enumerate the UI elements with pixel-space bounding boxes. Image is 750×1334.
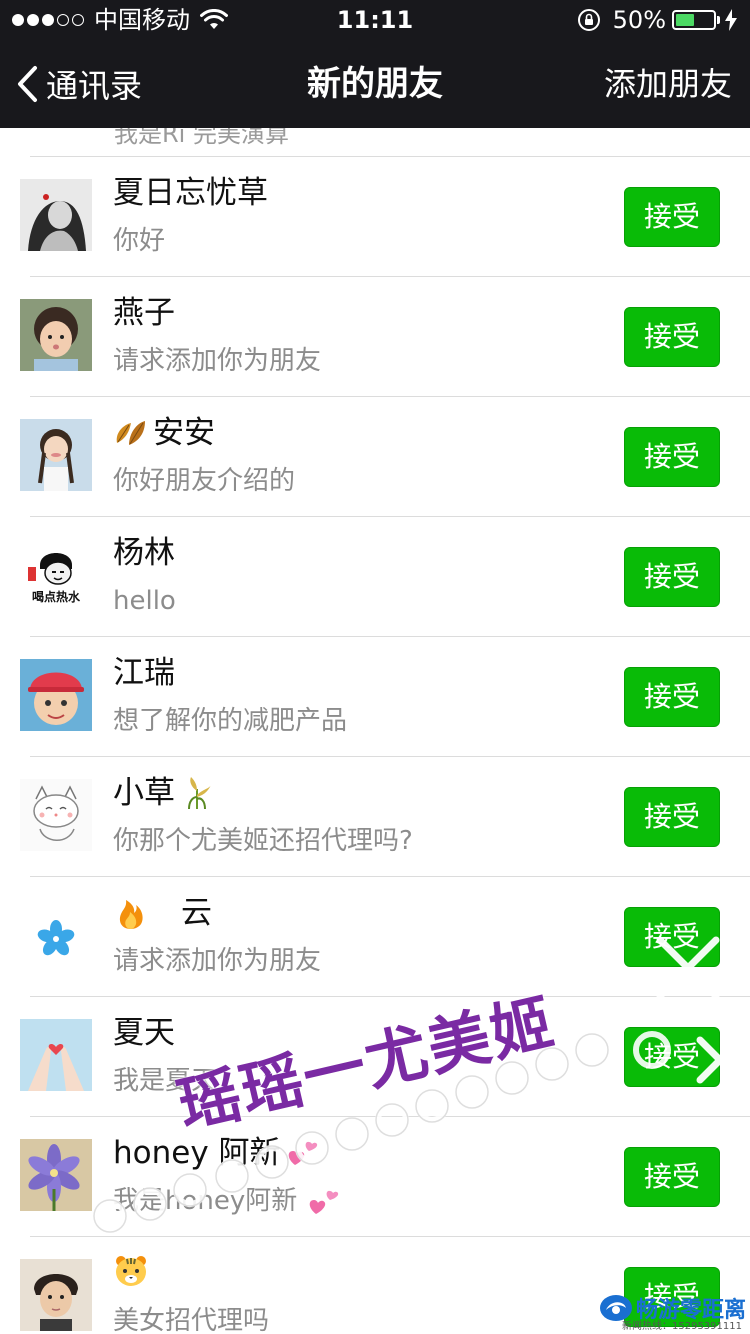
girl-braids-avatar — [20, 419, 92, 491]
avatar[interactable] — [20, 899, 92, 971]
hands-heart-avatar — [20, 1019, 92, 1091]
battery-percent: 50% — [612, 6, 666, 34]
name-text: honey 阿新 — [113, 1135, 281, 1171]
contact-name — [113, 1253, 153, 1289]
battery-level — [676, 14, 694, 26]
partial-list-item: 我是Ri 完美演算 — [30, 128, 750, 157]
name-text: 小草 — [113, 775, 175, 811]
purple-flower-avatar — [20, 1139, 92, 1211]
list-item[interactable]: 夏天 我是夏天 接受 — [0, 997, 750, 1117]
back-label: 通讯录 — [46, 67, 143, 105]
request-message: 想了解你的减肥产品 — [113, 706, 348, 736]
accept-button[interactable]: 接受 — [624, 1267, 720, 1327]
avatar[interactable] — [20, 1139, 92, 1211]
accept-button[interactable]: 接受 — [624, 427, 720, 487]
contact-name: 云 — [113, 893, 212, 933]
contact-name: 燕子 — [113, 293, 175, 333]
accept-button[interactable]: 接受 — [624, 787, 720, 847]
name-text: 安安 — [153, 415, 215, 451]
list-item[interactable]: 燕子 请求添加你为朋友 接受 — [0, 277, 750, 397]
avatar[interactable] — [20, 779, 92, 851]
avatar-caption: 喝点热水 — [32, 589, 81, 604]
request-message: 你好 — [113, 226, 166, 256]
list-item[interactable]: 小草 你那个尤美姬还招代理吗? 接受 — [0, 757, 750, 877]
app-screen: 中国移动 11:11 50% 通讯录 新的朋友 添加朋友 我是Ri 完美演算 夏… — [0, 0, 750, 1334]
avatar[interactable] — [20, 299, 92, 371]
cartoon-meme-avatar: 喝点热水 — [20, 539, 92, 611]
two-hearts-emoji — [288, 1141, 317, 1165]
avatar[interactable] — [20, 419, 92, 491]
contact-name: 江瑞 — [113, 653, 175, 693]
name-text: 云 — [181, 895, 212, 931]
battery-icon — [672, 10, 716, 30]
status-right: 50% — [577, 4, 738, 36]
charging-bolt-icon — [725, 9, 737, 31]
fallen-leaves-emoji — [116, 421, 145, 445]
list-item[interactable]: 江瑞 想了解你的减肥产品 接受 — [0, 637, 750, 757]
list-item[interactable]: 安安 你好朋友介绍的 接受 — [0, 397, 750, 517]
request-message: 我是honey阿新 — [113, 1181, 342, 1221]
list-item[interactable]: honey 阿新 我是honey阿新 接受 — [0, 1117, 750, 1237]
contact-name: 小草 — [113, 773, 215, 813]
accept-button[interactable]: 接受 — [624, 907, 720, 967]
contact-name: 杨林 — [113, 533, 175, 573]
accept-button[interactable]: 接受 — [624, 187, 720, 247]
avatar[interactable] — [20, 659, 92, 731]
chevron-left-icon — [18, 66, 37, 102]
name-text: 江瑞 — [113, 655, 175, 691]
avatar[interactable] — [20, 179, 92, 251]
accept-button[interactable]: 接受 — [624, 547, 720, 607]
contact-name: 夏天 — [113, 1013, 175, 1053]
tiger-face-emoji — [116, 1256, 146, 1286]
navigation-bar: 通讯录 新的朋友 添加朋友 — [0, 40, 750, 128]
contact-name: 夏日忘忧草 — [113, 173, 268, 213]
orientation-lock-icon — [577, 9, 600, 31]
two-hearts-emoji — [309, 1190, 338, 1214]
list-item[interactable]: 喝点热水 杨林 hello 接受 — [0, 517, 750, 637]
accept-button[interactable]: 接受 — [624, 1027, 720, 1087]
back-button[interactable]: 通讯录 — [16, 40, 142, 128]
message-text: 我是honey阿新 — [113, 1186, 298, 1216]
blue-flower-avatar — [20, 899, 92, 971]
name-text: 燕子 — [113, 295, 175, 331]
page-title: 新的朋友 — [307, 64, 443, 104]
young-man-avatar — [20, 1259, 92, 1331]
request-message: 请求添加你为朋友 — [113, 946, 322, 976]
request-message: 我是夏天 — [113, 1066, 218, 1096]
list-item[interactable]: 云 请求添加你为朋友 接受 — [0, 877, 750, 997]
boy-red-cap-avatar — [20, 659, 92, 731]
avatar[interactable] — [20, 1259, 92, 1331]
request-message: 你好朋友介绍的 — [113, 466, 296, 496]
name-text: 杨林 — [113, 535, 175, 571]
battery-cap — [717, 16, 720, 24]
portrait-avatar — [20, 179, 92, 251]
rice-stalk-emoji — [188, 777, 211, 810]
contact-name: 安安 — [113, 413, 215, 453]
request-message: 美女招代理吗 — [113, 1306, 270, 1334]
accept-button[interactable]: 接受 — [624, 667, 720, 727]
child-avatar — [20, 299, 92, 371]
avatar[interactable] — [20, 1019, 92, 1091]
request-message: 你那个尤美姬还招代理吗? — [113, 826, 413, 856]
partial-message: 我是Ri 完美演算 — [114, 128, 289, 148]
name-text: 夏天 — [113, 1015, 175, 1051]
avatar[interactable]: 喝点热水 — [20, 539, 92, 611]
contact-name: honey 阿新 — [113, 1133, 321, 1173]
status-bar: 中国移动 11:11 50% — [0, 0, 750, 40]
accept-button[interactable]: 接受 — [624, 1147, 720, 1207]
fire-emoji — [119, 900, 143, 929]
list-item[interactable]: 美女招代理吗 接受 — [0, 1237, 750, 1334]
name-text: 夏日忘忧草 — [113, 175, 268, 211]
request-message: hello — [113, 586, 176, 616]
add-friend-button[interactable]: 添加朋友 — [604, 40, 732, 128]
new-friends-list[interactable]: 我是Ri 完美演算 夏日忘忧草 你好 接受 燕子 请求添加你为朋友 接受 安安 … — [0, 128, 750, 1334]
cartoon-cat-avatar — [20, 779, 92, 851]
accept-button[interactable]: 接受 — [624, 307, 720, 367]
list-item[interactable]: 夏日忘忧草 你好 接受 — [0, 157, 750, 277]
request-message: 请求添加你为朋友 — [113, 346, 322, 376]
